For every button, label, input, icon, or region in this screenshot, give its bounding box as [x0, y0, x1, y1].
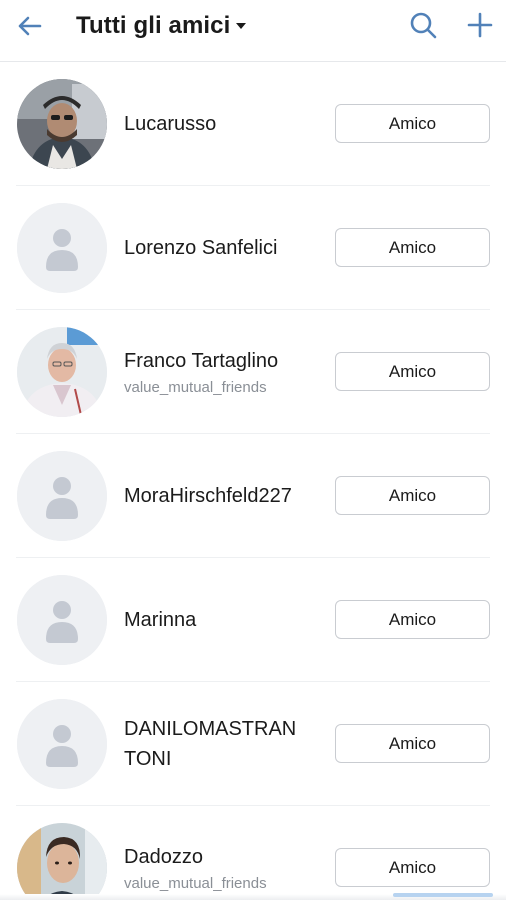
- friend-status-button[interactable]: Amico: [335, 352, 490, 391]
- avatar[interactable]: [17, 327, 107, 417]
- friends-list: Lucarusso Amico Lorenzo Sanfelici Amico: [0, 62, 506, 900]
- friend-name: Marinna: [124, 609, 197, 631]
- friend-status-button[interactable]: Amico: [335, 104, 490, 143]
- top-bar: Tutti gli amici: [0, 0, 506, 62]
- friend-status-button[interactable]: Amico: [335, 724, 490, 763]
- friend-status-button[interactable]: Amico: [335, 600, 490, 639]
- list-item[interactable]: Dadozzo value_mutual_friends Amico: [0, 806, 506, 900]
- mutual-friends-label: value_mutual_friends: [124, 875, 267, 892]
- avatar-placeholder-icon[interactable]: [17, 451, 107, 541]
- friend-name: DANILOMASTRAN TONI: [124, 718, 297, 770]
- friend-name: Lorenzo Sanfelici: [124, 237, 278, 259]
- search-icon[interactable]: [407, 9, 439, 41]
- avatar[interactable]: [17, 823, 107, 900]
- friend-status-button[interactable]: Amico: [335, 228, 490, 267]
- caret-down-icon: [236, 23, 247, 29]
- list-item[interactable]: MoraHirschfeld227 Amico: [0, 434, 506, 558]
- back-arrow-icon[interactable]: [14, 10, 46, 42]
- title-dropdown[interactable]: Tutti gli amici: [76, 10, 247, 42]
- list-item[interactable]: Franco Tartaglino value_mutual_friends A…: [0, 310, 506, 434]
- list-item[interactable]: Lorenzo Sanfelici Amico: [0, 186, 506, 310]
- mutual-friends-label: value_mutual_friends: [124, 379, 267, 396]
- friend-name: Dadozzo: [124, 846, 203, 868]
- avatar-placeholder-icon[interactable]: [17, 699, 107, 789]
- plus-icon[interactable]: [464, 9, 496, 41]
- friend-name: MoraHirschfeld227: [124, 485, 292, 507]
- scroll-indicator: [393, 893, 493, 897]
- avatar-placeholder-icon[interactable]: [17, 203, 107, 293]
- friend-status-button[interactable]: Amico: [335, 476, 490, 515]
- list-item[interactable]: Marinna Amico: [0, 558, 506, 682]
- friend-name: Franco Tartaglino: [124, 350, 279, 372]
- page-title: Tutti gli amici: [76, 12, 231, 39]
- list-item[interactable]: DANILOMASTRAN TONI Amico: [0, 682, 506, 806]
- avatar-placeholder-icon[interactable]: [17, 575, 107, 665]
- avatar[interactable]: [17, 79, 107, 169]
- list-item[interactable]: Lucarusso Amico: [0, 62, 506, 186]
- friend-name: Lucarusso: [124, 113, 217, 135]
- friend-status-button[interactable]: Amico: [335, 848, 490, 887]
